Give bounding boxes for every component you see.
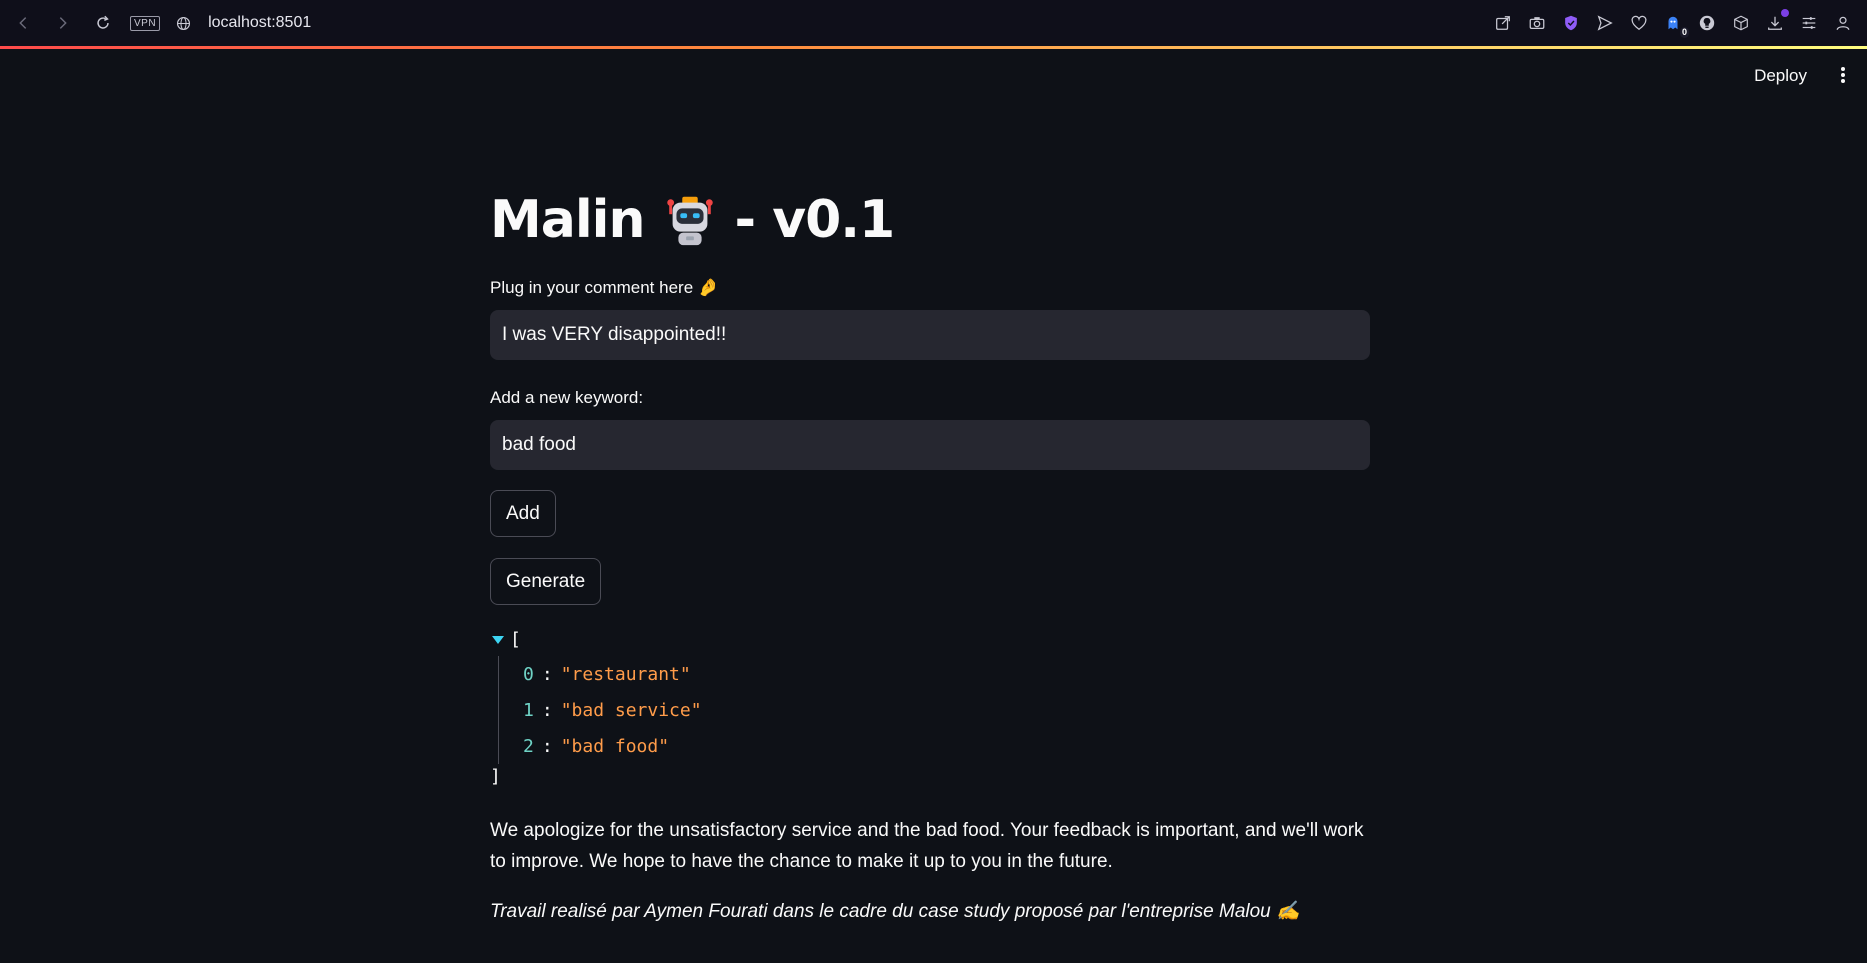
account-icon[interactable] — [1833, 13, 1853, 33]
robot-icon — [661, 191, 719, 249]
address-bar[interactable]: localhost:8501 — [208, 14, 311, 32]
shield-icon[interactable] — [1561, 13, 1581, 33]
json-value: "bad food" — [560, 735, 670, 757]
json-close-bracket: ] — [490, 766, 501, 787]
json-index: 1 — [523, 699, 534, 721]
json-index: 0 — [523, 663, 534, 685]
download-indicator — [1781, 9, 1789, 17]
json-index: 2 — [523, 735, 534, 757]
keyword-label: Add a new keyword: — [490, 388, 644, 407]
globe-icon[interactable] — [172, 12, 194, 34]
json-colon: : — [541, 663, 553, 685]
credit-text: Travail realisé par Aymen Fourati dans l… — [490, 901, 1300, 922]
cube-icon[interactable] — [1731, 13, 1751, 33]
browser-toolbar: VPN localhost:8501 0 — [0, 0, 1867, 46]
add-button[interactable]: Add — [490, 490, 556, 537]
ghost-extension-icon[interactable]: 0 — [1663, 13, 1689, 38]
title-text: Malin — [490, 190, 646, 250]
title-version: - v0.1 — [734, 190, 896, 250]
comment-label: Plug in your comment here 🤌 — [490, 278, 720, 297]
json-colon: : — [541, 699, 553, 721]
json-colon: : — [541, 735, 553, 757]
json-item: 2 : "bad food" — [523, 728, 1370, 764]
deploy-button[interactable]: Deploy — [1754, 66, 1807, 86]
main-menu-icon[interactable] — [1837, 64, 1849, 86]
heart-icon[interactable] — [1629, 13, 1649, 33]
camera-icon[interactable] — [1527, 13, 1547, 33]
main-content: Malin - v0.1 Plug in your comment here 🤌… — [490, 190, 1370, 923]
forward-icon[interactable] — [52, 12, 74, 34]
lightbulb-icon[interactable] — [1697, 13, 1717, 33]
reload-icon[interactable] — [92, 12, 114, 34]
json-item: 1 : "bad service" — [523, 692, 1370, 728]
comment-input[interactable]: I was VERY disappointed!! — [490, 310, 1370, 360]
json-open-bracket: [ — [510, 629, 521, 650]
streamlit-decoration-bar — [0, 46, 1867, 49]
keyword-input[interactable]: bad food — [490, 420, 1370, 470]
json-value: "restaurant" — [560, 663, 691, 685]
json-item: 0 : "restaurant" — [523, 656, 1370, 692]
json-value: "bad service" — [560, 699, 702, 721]
keywords-json-viewer: [ 0 : "restaurant" 1 : "bad service" 2 :… — [490, 629, 1370, 787]
back-icon[interactable] — [12, 12, 34, 34]
share-icon[interactable] — [1493, 13, 1513, 33]
extension-badge: 0 — [1679, 27, 1689, 38]
generate-button[interactable]: Generate — [490, 558, 602, 605]
send-icon[interactable] — [1595, 13, 1615, 33]
download-icon[interactable] — [1765, 9, 1789, 33]
settings-sliders-icon[interactable] — [1799, 13, 1819, 33]
page-title: Malin - v0.1 — [490, 190, 1370, 250]
collapse-caret-icon[interactable] — [492, 635, 504, 644]
vpn-badge[interactable]: VPN — [130, 15, 161, 31]
generated-response: We apologize for the unsatisfactory serv… — [490, 820, 1364, 872]
json-items: 0 : "restaurant" 1 : "bad service" 2 : "… — [498, 656, 1370, 764]
